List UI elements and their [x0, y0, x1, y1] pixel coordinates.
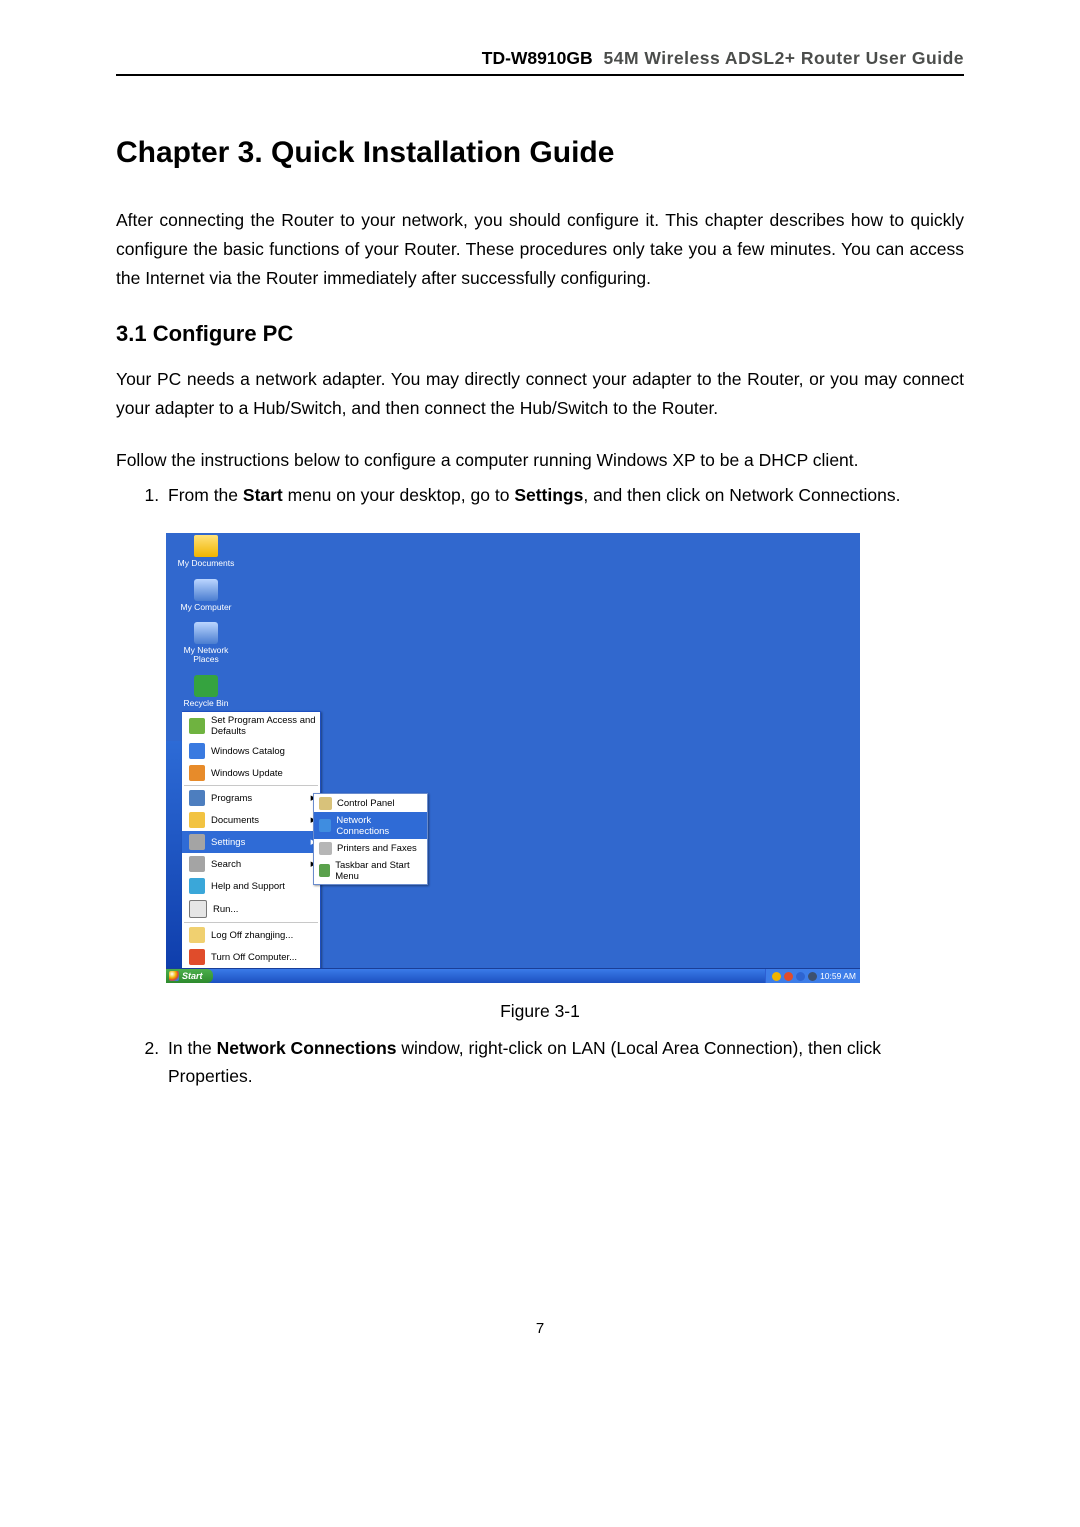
settings-submenu: Control Panel Network Connections Printe… — [313, 793, 428, 885]
windows-xp-screenshot: My Documents My Computer My Network Plac… — [166, 533, 860, 983]
control-panel-icon — [319, 797, 332, 810]
desktop-recycle-bin[interactable]: Recycle Bin — [172, 675, 240, 708]
section-paragraph-2: Follow the instructions below to configu… — [116, 446, 964, 475]
desktop-my-computer[interactable]: My Computer — [172, 579, 240, 612]
tray-icon[interactable] — [808, 972, 817, 981]
start-menu-brand-strip: Windows XP Professional — [166, 741, 182, 969]
tray-icon[interactable] — [772, 972, 781, 981]
update-icon — [189, 765, 205, 781]
menu-turn-off[interactable]: Turn Off Computer... — [182, 946, 320, 968]
printer-icon — [319, 842, 332, 855]
figure-caption: Figure 3-1 — [116, 1001, 964, 1022]
menu-windows-catalog[interactable]: Windows Catalog — [182, 740, 320, 762]
submenu-control-panel[interactable]: Control Panel — [314, 794, 427, 812]
section-3-1-title: 3.1 Configure PC — [116, 321, 964, 347]
start-menu: Set Program Access and Defaults Windows … — [182, 711, 321, 969]
start-button[interactable]: Start — [166, 969, 213, 983]
menu-separator — [184, 785, 318, 786]
submenu-taskbar-start-menu[interactable]: Taskbar and Start Menu — [314, 857, 427, 884]
figure-3-1: My Documents My Computer My Network Plac… — [166, 533, 964, 983]
catalog-icon — [189, 743, 205, 759]
header-guide-title: 54M Wireless ADSL2+ Router User Guide — [603, 48, 964, 68]
menu-search[interactable]: Search▶ — [182, 853, 320, 875]
header-model: TD-W8910GB — [482, 48, 593, 68]
intro-paragraph: After connecting the Router to your netw… — [116, 206, 964, 293]
shutdown-icon — [189, 949, 205, 965]
run-icon — [189, 900, 207, 918]
folder-icon — [194, 535, 218, 557]
section-paragraph-1: Your PC needs a network adapter. You may… — [116, 365, 964, 423]
menu-windows-update[interactable]: Windows Update — [182, 762, 320, 784]
tray-icon[interactable] — [784, 972, 793, 981]
search-icon — [189, 856, 205, 872]
steps-list-continued: In the Network Connections window, right… — [116, 1034, 964, 1090]
menu-programs[interactable]: Programs▶ — [182, 787, 320, 809]
desktop-my-documents[interactable]: My Documents — [172, 535, 240, 568]
page-header: TD-W8910GB 54M Wireless ADSL2+ Router Us… — [116, 48, 964, 76]
tray-icon[interactable] — [796, 972, 805, 981]
menu-documents[interactable]: Documents▶ — [182, 809, 320, 831]
menu-run[interactable]: Run... — [182, 897, 320, 921]
menu-settings[interactable]: Settings▶ — [182, 831, 320, 853]
program-access-icon — [189, 718, 205, 734]
menu-separator — [184, 922, 318, 923]
system-tray[interactable]: 10:59 AM — [765, 969, 860, 983]
documents-icon — [189, 812, 205, 828]
recycle-bin-icon — [194, 675, 218, 697]
logoff-icon — [189, 927, 205, 943]
steps-list: From the Start menu on your desktop, go … — [116, 481, 964, 509]
submenu-network-connections[interactable]: Network Connections — [314, 812, 427, 839]
chapter-title: Chapter 3. Quick Installation Guide — [116, 136, 964, 170]
tray-clock: 10:59 AM — [820, 971, 856, 981]
desktop-my-network-places[interactable]: My Network Places — [172, 622, 240, 665]
menu-help-support[interactable]: Help and Support — [182, 875, 320, 897]
submenu-printers-faxes[interactable]: Printers and Faxes — [314, 839, 427, 857]
programs-icon — [189, 790, 205, 806]
page-number: 7 — [116, 1320, 964, 1337]
help-icon — [189, 878, 205, 894]
menu-set-program-access[interactable]: Set Program Access and Defaults — [182, 712, 320, 740]
network-connections-icon — [319, 819, 331, 832]
taskbar: Start 10:59 AM — [166, 968, 860, 983]
network-icon — [194, 622, 218, 644]
menu-log-off[interactable]: Log Off zhangjing... — [182, 924, 320, 946]
taskbar-icon — [319, 864, 330, 877]
computer-icon — [194, 579, 218, 601]
step-2: In the Network Connections window, right… — [164, 1034, 964, 1090]
step-1: From the Start menu on your desktop, go … — [164, 481, 964, 509]
settings-icon — [189, 834, 205, 850]
